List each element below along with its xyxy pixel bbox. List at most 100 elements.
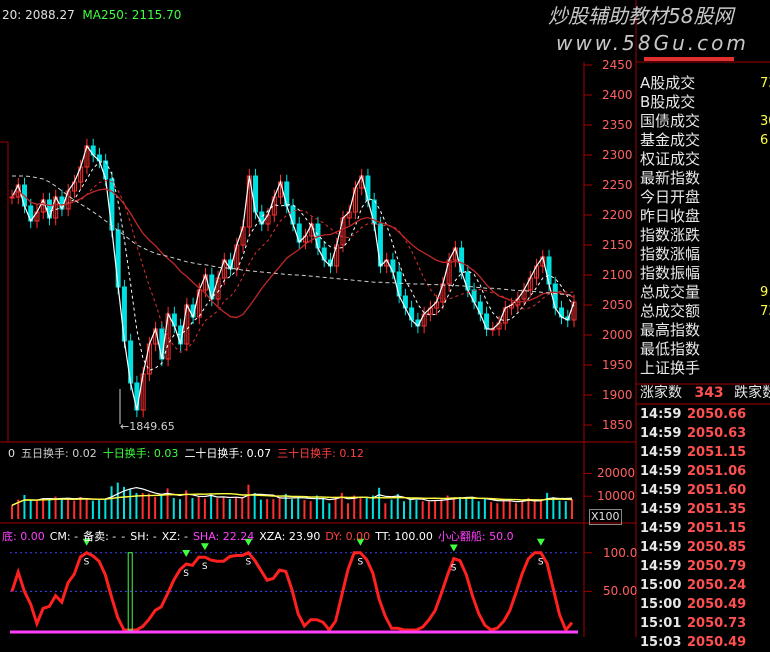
info-row-value: 309 <box>760 114 770 129</box>
tick-row: 14:59 2051.06 <box>640 462 746 481</box>
info-row: 权证成交 <box>640 150 700 169</box>
info-row: 总成交额 73 <box>640 302 770 321</box>
volume-legend-label: 十日换手: <box>102 447 151 460</box>
price-tick-label: 1950 <box>602 358 633 372</box>
indicator-legend-label: TT: <box>375 530 391 543</box>
price-tick-label: 2450 <box>602 58 633 72</box>
tick-time: 14:59 <box>640 540 682 555</box>
sell-signal-mark: S <box>245 558 251 568</box>
indicator-legend-label: CM: <box>49 530 71 543</box>
indicator-legend-item: TT: 100.00 <box>375 530 433 543</box>
tick-time: 14:59 <box>640 483 682 498</box>
info-row: 上证换手 <box>640 359 700 378</box>
indicator-legend-value: - <box>70 530 79 543</box>
tick-price: 2050.49 <box>687 597 747 612</box>
indicator-legend-label: XZ: <box>161 530 181 543</box>
sell-signal-mark: S <box>84 558 90 568</box>
price-tick-label: 1850 <box>602 418 633 432</box>
sell-signal-mark: S <box>451 563 457 573</box>
sell-signal-mark: S <box>538 558 544 568</box>
info-row-label: 指数涨幅 <box>640 245 701 263</box>
tick-row: 15:03 2050.49 <box>640 633 746 652</box>
info-row-label: 总成交额 <box>640 302 701 320</box>
info-row: A股成交 73 <box>640 74 770 93</box>
decline-label: 跌家数 <box>734 385 770 401</box>
info-row: 指数涨幅 <box>640 245 700 264</box>
tick-time: 15:01 <box>640 616 682 631</box>
volume-legend-value: 0.03 <box>150 447 179 460</box>
tick-time: 14:59 <box>640 464 682 479</box>
tick-row: 14:59 2051.35 <box>640 500 746 519</box>
indicator-legend-value: - <box>180 530 188 543</box>
low-marker-label: ←1849.65 <box>120 420 175 433</box>
indicator-legend-value: 0.00 <box>16 530 45 543</box>
indicator-series-group: S S S S S S S <box>10 538 592 634</box>
sell-signal-mark: S <box>357 558 363 568</box>
tick-price: 2051.15 <box>687 521 747 536</box>
low-marker-value: 1849.65 <box>129 420 175 433</box>
sell-signal-mark: S <box>183 569 189 579</box>
tick-price: 2051.06 <box>687 464 747 479</box>
price-tick-label: 2250 <box>602 178 633 192</box>
tick-price: 2050.63 <box>687 426 747 441</box>
volume-legend: 0 五日换手: 0.02 十日换手: 0.03 二十日换手: 0.07 三十日换手: 0… <box>8 447 370 461</box>
candle-body <box>9 196 15 199</box>
info-row: 昨日收盘 <box>640 207 700 226</box>
price-grid <box>119 64 592 426</box>
volume-legend-value: 0.07 <box>243 447 272 460</box>
info-row-label: 上证换手 <box>640 359 701 377</box>
volume-series-group <box>11 472 592 519</box>
price-tick-label: 2150 <box>602 238 633 252</box>
tick-price: 2050.85 <box>687 540 747 555</box>
info-row-label: 最新指数 <box>640 169 701 187</box>
info-row-label: 昨日收盘 <box>640 207 701 225</box>
indicator-legend-item: SHA: 22.24 <box>193 530 254 543</box>
info-row-label: 权证成交 <box>640 150 701 168</box>
price-tick-label: 2100 <box>602 268 633 282</box>
tick-time: 15:03 <box>640 635 682 650</box>
indicator-legend-item: SH: - <box>130 530 156 543</box>
info-row-value: 9 <box>760 285 769 300</box>
sell-signal-arrow <box>200 543 209 551</box>
indicator-legend-value: 100.00 <box>390 530 433 543</box>
tick-price: 2050.49 <box>687 635 747 650</box>
ma250-label: MA250: <box>82 8 128 22</box>
tick-time: 14:59 <box>640 502 682 517</box>
indicator-legend-label: SH: <box>130 530 150 543</box>
tick-row: 15:00 2050.49 <box>640 595 746 614</box>
indicator-legend-item: XZ: - <box>162 530 188 543</box>
tick-row: 14:59 2051.15 <box>640 443 746 462</box>
info-row-label: 基金成交 <box>640 131 701 149</box>
volume-legend-label: 0 <box>8 447 15 460</box>
volume-legend-label: 五日换手: <box>21 447 69 460</box>
info-row-label: B股成交 <box>640 93 696 111</box>
tick-price: 2050.79 <box>687 559 747 574</box>
price-tick-label: 2200 <box>602 208 633 222</box>
volume-tick-label: 20000 <box>597 466 636 481</box>
advance-decline-row: 涨家数 343 跌家数 <box>640 386 770 400</box>
tick-row: 14:59 2051.15 <box>640 519 746 538</box>
watermark-title: 炒股辅助教材58股网 <box>548 4 734 28</box>
volume-legend-item: 十日换手: 0.03 <box>103 447 179 460</box>
info-row: 最高指数 <box>640 321 700 340</box>
tick-time: 14:59 <box>640 407 682 422</box>
tick-price: 2051.15 <box>687 445 747 460</box>
info-row-label: 指数振幅 <box>640 264 701 282</box>
indicator-legend-item: - <box>121 530 125 543</box>
indicator-legend-label: 备卖: <box>83 530 109 543</box>
info-row-value: 6 <box>760 133 769 148</box>
info-row: 最新指数 <box>640 169 700 188</box>
indicator-legend-item: 底: 0.00 <box>2 530 45 543</box>
volume-legend-item: 五日换手: 0.02 <box>21 447 97 460</box>
info-row: 最低指数 <box>640 340 700 359</box>
info-row: 总成交量 9 <box>640 283 768 302</box>
ma-prev-label: 20: <box>2 8 22 22</box>
volume-legend-item: 二十日换手: 0.07 <box>184 447 271 460</box>
price-tick-label: 2050 <box>602 298 633 312</box>
info-row: 国债成交 309 <box>640 112 770 131</box>
info-row-label: 指数涨跌 <box>640 226 701 244</box>
info-row: 基金成交 6 <box>640 131 768 150</box>
watermark-url: www.58Gu.com <box>556 31 749 55</box>
indicator-legend-value: - <box>149 530 157 543</box>
ma250-line <box>12 175 575 296</box>
